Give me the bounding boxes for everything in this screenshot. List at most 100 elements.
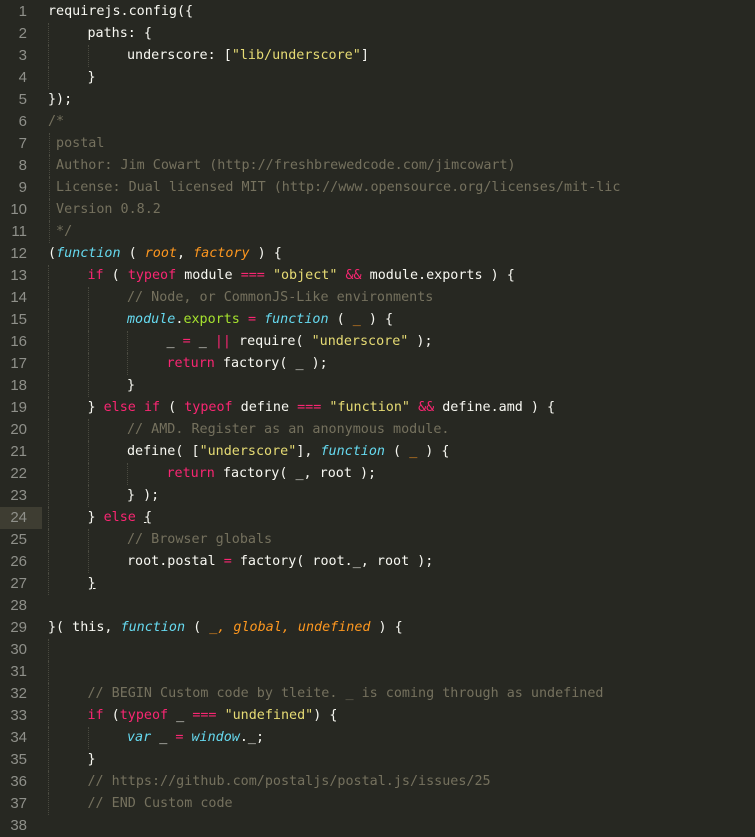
code-line[interactable]: 2 paths: { xyxy=(0,23,755,45)
code-line[interactable]: 26 root.postal = factory( root._, root ); xyxy=(0,551,755,573)
line-number: 38 xyxy=(10,817,27,834)
code-line[interactable]: 25 // Browser globals xyxy=(0,529,755,551)
token-text: ._; xyxy=(239,730,265,745)
indent-guide xyxy=(48,661,49,683)
code-line[interactable]: 32 // BEGIN Custom code by tleite. _ is c… xyxy=(0,683,755,705)
token-text: _ xyxy=(166,334,183,349)
indent-guide xyxy=(48,529,49,551)
code-text: // BEGIN Custom code by tleite. _ is com… xyxy=(88,683,604,705)
token-storage: function xyxy=(120,620,186,635)
code-line[interactable]: 17 return factory( _ ); xyxy=(0,353,755,375)
token-string: "undefined" xyxy=(224,708,314,723)
code-line[interactable]: 15 module.exports = function ( _ ) { xyxy=(0,309,755,331)
line-number: 12 xyxy=(10,245,27,262)
code-line[interactable]: 20 // AMD. Register as an anonymous modul… xyxy=(0,419,755,441)
token-text: ) { xyxy=(417,444,450,459)
code-line[interactable]: 23} ); xyxy=(0,485,755,507)
code-text: /* xyxy=(48,111,64,133)
line-number: 20 xyxy=(10,421,27,438)
token-text: factory( root._, root ); xyxy=(231,554,434,569)
token-keyword: if xyxy=(87,268,104,283)
token-text: module xyxy=(176,268,241,283)
token-text: module.exports ) { xyxy=(361,268,515,283)
code-line[interactable]: 8 Author: Jim Cowart (http://freshbrewed… xyxy=(0,155,755,177)
code-line[interactable]: 31 xyxy=(0,661,755,683)
code-line[interactable]: 1 requirejs.config({ xyxy=(0,1,755,23)
token-parameter: root xyxy=(144,246,177,261)
code-line[interactable]: 28 xyxy=(0,595,755,617)
code-line[interactable]: 14 // Node, or CommonJS-Like environments xyxy=(0,287,755,309)
code-line[interactable]: 7 postal xyxy=(0,133,755,155)
line-number: 19 xyxy=(10,399,27,416)
code-line[interactable]: 29}( this, function ( _, global, undefin… xyxy=(0,617,755,639)
indent-guide xyxy=(87,551,89,573)
code-line[interactable]: 12 (function ( root, factory ) { xyxy=(0,243,755,265)
indent-guide xyxy=(48,463,49,485)
code-line[interactable]: 34 var _ = window._; xyxy=(0,727,755,749)
code-text: _ = _ || require( "underscore" ); xyxy=(167,331,433,353)
token-comment: // AMD. Register as an anonymous module. xyxy=(127,422,450,437)
indent-guide xyxy=(48,551,49,573)
token-operator: = xyxy=(247,312,256,327)
token-text: ) { xyxy=(249,246,282,261)
indent-guide xyxy=(48,727,49,749)
line-number: 11 xyxy=(11,223,27,240)
token-comment: Author: Jim Cowart (http://freshbrewedco… xyxy=(48,158,516,173)
indent-guide xyxy=(48,309,49,331)
token-text: root.postal xyxy=(127,554,224,569)
token-operator: && xyxy=(345,268,362,283)
line-number: 9 xyxy=(18,179,27,196)
line-number: 32 xyxy=(10,685,27,702)
indent-guide xyxy=(48,507,49,529)
token-operator: = xyxy=(182,334,191,349)
token-text: } xyxy=(87,400,104,415)
code-line[interactable]: 16 _ = _ || require( "underscore" ); xyxy=(0,331,755,353)
code-line[interactable]: 11 */ xyxy=(0,221,755,243)
code-line[interactable]: 30 xyxy=(0,639,755,661)
token-comment: License: Dual licensed MIT (http://www.o… xyxy=(48,180,621,195)
code-line[interactable]: 13 if ( typeof module === "object" && mod… xyxy=(0,265,755,287)
code-line[interactable]: 38 xyxy=(0,815,755,837)
token-text: ( xyxy=(185,620,210,635)
code-line[interactable]: 5}); xyxy=(0,89,755,111)
code-line[interactable]: 21 define( ["underscore"], function ( _ )… xyxy=(0,441,755,463)
token-text: } xyxy=(87,510,104,525)
line-number: 14 xyxy=(10,289,27,306)
code-text: return factory( _ ); xyxy=(167,353,328,375)
code-line[interactable]: 36 // https://github.com/postaljs/postal.… xyxy=(0,771,755,793)
line-number: 34 xyxy=(10,729,27,746)
indent-guide xyxy=(48,705,49,727)
code-line[interactable]: 4} xyxy=(0,67,755,89)
token-text: _ xyxy=(190,334,215,349)
code-line[interactable]: 35} xyxy=(0,749,755,771)
code-text: License: Dual licensed MIT (http://www.o… xyxy=(48,177,620,199)
code-line[interactable]: 37 // END Custom code xyxy=(0,793,755,815)
line-number: 2 xyxy=(18,25,27,42)
code-text: } xyxy=(127,375,135,397)
code-text: postal xyxy=(48,133,104,155)
token-keyword: typeof xyxy=(127,268,177,283)
indent-guide xyxy=(87,419,89,441)
code-line[interactable]: 3 underscore: ["lib/underscore"] xyxy=(0,45,755,67)
line-number: 24 xyxy=(0,507,42,529)
code-text: requirejs.config({ xyxy=(48,1,193,23)
code-line[interactable]: 19} else if ( typeof define === "functio… xyxy=(0,397,755,419)
code-line[interactable]: 9 License: Dual licensed MIT (http://www… xyxy=(0,177,755,199)
code-line[interactable]: 33 if (typeof _ === "undefined") { xyxy=(0,705,755,727)
token-comment: // Node, or CommonJS-Like environments xyxy=(127,290,434,305)
code-text: Version 0.8.2 xyxy=(48,199,161,221)
code-line[interactable]: 22 return factory( _, root ); xyxy=(0,463,755,485)
code-line[interactable]: 18} xyxy=(0,375,755,397)
code-line[interactable]: 6 /* xyxy=(0,111,755,133)
indent-guide xyxy=(48,485,49,507)
code-line[interactable]: 10 Version 0.8.2 xyxy=(0,199,755,221)
indent-guide xyxy=(48,397,49,419)
code-line[interactable]: 27} xyxy=(0,573,755,595)
code-editor[interactable]: 1 requirejs.config({2 paths: {3 underscore:… xyxy=(0,0,755,834)
code-line[interactable]: 24} else { xyxy=(0,507,755,529)
line-number: 7 xyxy=(18,135,27,152)
